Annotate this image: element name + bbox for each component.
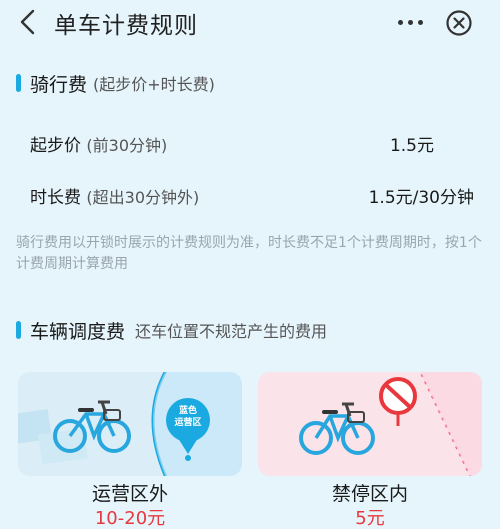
no-parking-sign-icon [299,372,482,476]
close-circle-icon [446,10,472,36]
dispatch-fee-subtitle: 还车位置不规范产生的费用 [135,322,328,341]
card-price-outside-zone: 10-20元 [94,508,166,529]
more-button[interactable] [390,10,430,34]
fee-row-detail: (前30分钟) [86,135,168,155]
fee-row-value: 1.5元/30分钟 [368,187,474,208]
close-button[interactable] [445,9,473,37]
zone-pin-label: 蓝色 运营区 [174,406,202,428]
riding-fee-title: 骑行费 [30,73,88,96]
billing-note: 骑行费用以开锁时展示的计费规则为准，时长费不足1个计费周期时，按1个计费周期计算… [16,235,482,272]
riding-fee-header: 骑行费 (起步价+时长费) [16,70,215,96]
page-title: 单车计费规则 [54,13,198,39]
fee-row-label: 起步价 [30,135,81,156]
more-dots-icon [397,19,403,25]
section-accent-bar [16,321,21,339]
top-bar: 单车计费规则 [0,0,500,48]
section-accent-bar [16,74,21,92]
fee-row-label: 时长费 [30,187,81,208]
card-outside-zone: 蓝色 运营区 [18,372,242,476]
card-price-no-parking: 5元 [355,508,385,529]
dispatch-fee-title: 车辆调度费 [30,320,126,343]
chevron-left-icon [20,9,35,35]
card-title-no-parking: 禁停区内 [331,483,408,505]
dispatch-fee-header: 车辆调度费 还车位置不规范产生的费用 [16,317,327,343]
fee-row-start-price: 起步价 (前30分钟) 1.5元 [30,130,470,156]
card-title-outside-zone: 运营区外 [91,483,168,505]
fee-row-value: 1.5元 [389,135,434,156]
fee-row-duration: 时长费 (超出30分钟外) 1.5元/30分钟 [30,182,474,208]
back-button[interactable] [14,8,42,36]
riding-fee-subtitle: (起步价+时长费) [93,75,215,94]
card-no-parking-zone [258,372,482,476]
fee-row-detail: (超出30分钟外) [86,187,200,207]
